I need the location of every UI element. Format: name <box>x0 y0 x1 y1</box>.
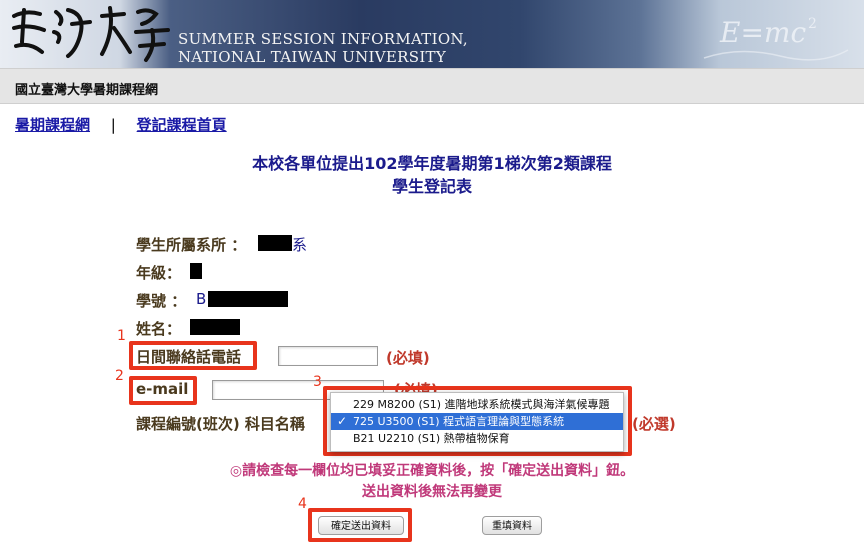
site-banner: SUMMER SESSION INFORMATION, NATIONAL TAI… <box>0 0 864 68</box>
redacted-student-id <box>208 291 288 307</box>
redacted-department <box>258 235 292 251</box>
form-title: 本校各單位提出102學年度暑期第1梯次第2類課程 <box>252 154 612 173</box>
department-label: 學生所屬系所 ： <box>136 236 247 254</box>
top-nav: 暑期課程網 | 登記課程首頁 <box>15 114 227 135</box>
course-option-725[interactable]: ✓ 725 U3500 (S1) 程式語言理論與型態系統 <box>331 413 623 430</box>
course-label: 課程編號(班次) 科目名稱 <box>136 415 305 433</box>
department-suffix: 系 <box>292 236 308 254</box>
course-option-label: 725 U3500 (S1) 程式語言理論與型態系統 <box>353 415 565 428</box>
submit-button[interactable]: 確定送出資料 <box>318 516 404 535</box>
svg-text:E=mc: E=mc <box>719 16 806 49</box>
annotation-number-1: 1 <box>117 328 126 344</box>
course-dropdown-list[interactable]: 229 M8200 (S1) 進階地球系統模式與海洋氣候專題 ✓ 725 U35… <box>330 392 624 452</box>
student-id-label: 學號 ： <box>136 292 187 310</box>
phone-label: 日間聯絡話電話 <box>136 348 242 366</box>
svg-text:2: 2 <box>808 16 817 32</box>
form-subtitle: 學生登記表 <box>391 177 472 196</box>
redacted-name <box>190 319 240 335</box>
course-option-b21[interactable]: B21 U2210 (S1) 熱帶植物保育 <box>331 430 623 447</box>
annotation-number-4: 4 <box>298 496 307 512</box>
annotation-number-3: 3 <box>313 374 322 390</box>
reset-button[interactable]: 重填資料 <box>482 516 542 535</box>
formula-decoration: E=mc 2 <box>703 16 849 61</box>
course-option-label: 229 M8200 (S1) 進階地球系統模式與海洋氣候專題 <box>353 398 610 411</box>
name-label: 姓名： <box>136 320 182 338</box>
summer-course-link[interactable]: 暑期課程網 <box>15 116 90 134</box>
grade-label: 年級： <box>136 264 182 282</box>
banner-title-line2: NATIONAL TAIWAN UNIVERSITY <box>178 48 447 66</box>
notice-no-change: 送出資料後無法再變更 <box>362 484 502 500</box>
nav-separator: | <box>110 116 116 134</box>
notice-check-fields: ◎請檢查每一欄位均已填妥正確資料後，按「確定送出資料」鈕。 <box>229 463 635 479</box>
ntu-calligraphy-logo <box>12 6 170 62</box>
checkmark-icon: ✓ <box>337 414 348 428</box>
site-name-bar: 國立臺灣大學暑期課程網 <box>0 68 864 104</box>
phone-required-note: (必填) <box>386 349 430 367</box>
phone-input[interactable] <box>278 346 378 366</box>
register-home-link[interactable]: 登記課程首頁 <box>137 116 227 134</box>
student-id-prefix: B <box>196 290 207 308</box>
annotation-number-2: 2 <box>115 368 124 384</box>
site-name: 國立臺灣大學暑期課程網 <box>15 83 159 98</box>
course-option-label: B21 U2210 (S1) 熱帶植物保育 <box>353 432 510 445</box>
email-label: e-mail <box>136 380 189 398</box>
course-required-note: (必選) <box>632 415 676 433</box>
redacted-grade <box>190 263 202 279</box>
course-option-229[interactable]: 229 M8200 (S1) 進階地球系統模式與海洋氣候專題 <box>331 396 623 413</box>
banner-title-line1: SUMMER SESSION INFORMATION, <box>178 30 468 48</box>
